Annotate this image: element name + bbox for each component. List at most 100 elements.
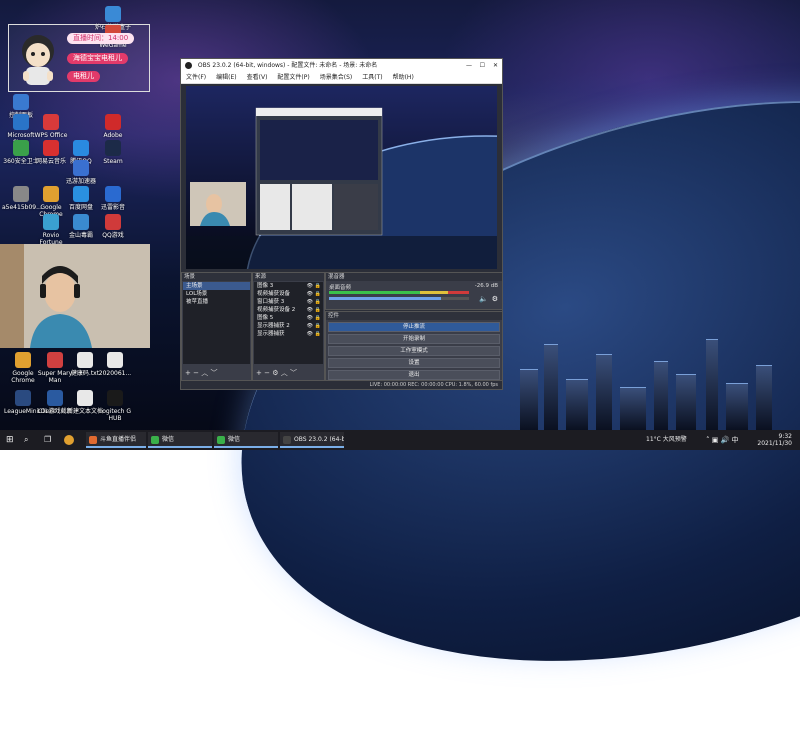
mixer-track-name: 桌面音频 <box>329 285 352 291</box>
menu-item[interactable]: 查看(V) <box>247 74 268 81</box>
chrome-pinned-icon[interactable] <box>64 435 74 445</box>
obs-titlebar[interactable]: OBS 23.0.2 (64-bit, windows) - 配置文件: 未命名… <box>181 59 502 72</box>
clock-time: 9:32 <box>778 433 792 440</box>
source-label: 图像 5 <box>257 315 274 321</box>
app-icon <box>105 140 121 156</box>
lock-icon[interactable]: 🔒 <box>315 322 321 330</box>
app-icon <box>43 114 59 130</box>
add-icon[interactable]: + <box>185 369 191 377</box>
desktop-icon[interactable]: Logitech G HUB <box>96 390 134 422</box>
source-item[interactable]: 视频捕获设备 👁 🔒 <box>254 290 323 298</box>
mixer-dock-title: 混音器 <box>326 273 502 281</box>
app-icon <box>107 352 123 368</box>
taskbar-app-button[interactable]: 微信 <box>214 432 278 448</box>
clock[interactable]: 9:32 2021/11/30 <box>748 433 792 449</box>
move-down-icon[interactable]: ﹀ <box>290 369 297 377</box>
obs-preview[interactable] <box>186 86 497 269</box>
lock-icon[interactable]: 🔒 <box>315 330 321 338</box>
controls-buttons: 停止推流开始录制工作室模式设置退出 <box>326 322 502 380</box>
desktop-icon-label: Steam <box>103 158 123 165</box>
search-icon[interactable]: ⌕ <box>24 432 28 448</box>
desktop-icon[interactable]: 迅游加速器 <box>62 160 100 185</box>
visibility-eye-icon[interactable]: 👁 <box>307 298 313 306</box>
menu-item[interactable]: 文件(F) <box>186 74 206 81</box>
visibility-eye-icon[interactable]: 👁 <box>307 314 313 322</box>
close-icon[interactable]: ✕ <box>493 59 498 72</box>
lock-icon[interactable]: 🔒 <box>315 314 321 322</box>
weather-widget[interactable]: 11°C 大风预警 <box>646 432 687 448</box>
taskbar-app-button[interactable]: 斗鱼直播伴侣 <box>86 432 146 448</box>
control-button[interactable]: 停止推流 <box>328 322 500 332</box>
lock-icon[interactable]: 🔒 <box>315 306 321 314</box>
app-icon <box>73 140 89 156</box>
desktop-icon[interactable]: WPS Office <box>32 114 70 139</box>
menu-item[interactable]: 编辑(E) <box>216 74 236 81</box>
app-icon <box>105 6 121 22</box>
desktop-icon[interactable]: Adobe <box>94 114 132 139</box>
move-up-icon[interactable]: ︿ <box>281 369 288 377</box>
lock-icon[interactable]: 🔒 <box>315 282 321 290</box>
mascot-avatar <box>22 35 54 85</box>
taskbar-app-button[interactable]: OBS 23.0.2 (64-bit... <box>280 432 344 448</box>
windows-start-icon[interactable]: ⊞ <box>6 432 14 448</box>
source-item[interactable]: 图像 3 👁 🔒 <box>254 282 323 290</box>
desktop-icon[interactable]: 迅雷影音 <box>94 186 132 211</box>
taskbar-app-label: 微信 <box>162 436 175 443</box>
lock-icon[interactable]: 🔒 <box>315 290 321 298</box>
desktop-icon[interactable]: QQ游戏 <box>94 214 132 239</box>
visibility-eye-icon[interactable]: 👁 <box>307 290 313 298</box>
add-icon[interactable]: + <box>256 369 262 377</box>
obs-window[interactable]: OBS 23.0.2 (64-bit, windows) - 配置文件: 未命名… <box>180 58 503 390</box>
control-button[interactable]: 开始录制 <box>328 334 500 344</box>
volume-meter <box>329 291 469 294</box>
app-icon <box>283 436 291 444</box>
control-button[interactable]: 退出 <box>328 370 500 380</box>
source-item[interactable]: 显示器捕获 2 👁 🔒 <box>254 322 323 330</box>
source-item[interactable]: 显示器捕获 👁 🔒 <box>254 330 323 338</box>
menu-item[interactable]: 配置文件(P) <box>277 74 309 81</box>
obs-logo-icon <box>185 62 192 69</box>
maximize-icon[interactable]: ☐ <box>480 59 485 72</box>
lock-icon[interactable]: 🔒 <box>315 298 321 306</box>
visibility-eye-icon[interactable]: 👁 <box>307 330 313 338</box>
gear-icon[interactable]: ⚙ <box>272 369 278 377</box>
remove-icon[interactable]: − <box>264 369 270 377</box>
menu-item[interactable]: 帮助(H) <box>393 74 414 81</box>
sources-dock: 来源 图像 3 👁 🔒 视频捕获设备 👁 🔒 窗口捕获 3 👁 🔒 视频捕获设备 2 👁 🔒 图像 5 👁… <box>252 272 325 381</box>
control-button[interactable]: 工作室模式 <box>328 346 500 356</box>
source-item[interactable]: 视频捕获设备 2 👁 🔒 <box>254 306 323 314</box>
channel-name-pill: 海德宝宝电租儿 <box>67 53 128 64</box>
move-up-icon[interactable]: ︿ <box>201 369 208 377</box>
source-label: 显示器捕获 <box>257 331 285 337</box>
scene-item[interactable]: 主场景 <box>183 282 250 290</box>
gear-icon[interactable]: ⚙ <box>492 295 498 303</box>
mixer-db: -26.9 dB <box>474 283 498 289</box>
visibility-eye-icon[interactable]: 👁 <box>307 282 313 290</box>
taskbar-app-button[interactable]: 微信 <box>148 432 212 448</box>
app-icon <box>105 186 121 202</box>
minimize-icon[interactable]: — <box>466 59 472 72</box>
task-view-icon[interactable]: ❐ <box>44 432 51 448</box>
desktop-icon-label: Adobe <box>103 132 123 139</box>
control-button[interactable]: 设置 <box>328 358 500 368</box>
menu-item[interactable]: 场景集合(S) <box>320 74 353 81</box>
scene-item[interactable]: 被苹直播 <box>183 298 250 306</box>
desktop-icon[interactable]: 2020061... <box>96 352 134 377</box>
visibility-eye-icon[interactable]: 👁 <box>307 306 313 314</box>
move-down-icon[interactable]: ﹀ <box>210 369 217 377</box>
volume-slider-track[interactable] <box>329 297 469 300</box>
source-label: 窗口捕获 3 <box>257 299 285 305</box>
taskbar-app-label: OBS 23.0.2 (64-bit... <box>294 436 344 443</box>
tray-icons[interactable]: ˄ ▣ 🔊 中 <box>706 432 739 448</box>
app-icon <box>13 94 29 110</box>
speaker-icon[interactable]: 🔈 <box>479 295 488 303</box>
taskbar-app-label: 微信 <box>228 436 241 443</box>
controls-dock: 控件 停止推流 开始录制 工作室模式 设置 退出 <box>325 311 503 381</box>
menu-item[interactable]: 工具(T) <box>362 74 382 81</box>
remove-icon[interactable]: − <box>193 369 199 377</box>
scene-item[interactable]: LOL场景 <box>183 290 250 298</box>
source-item[interactable]: 窗口捕获 3 👁 🔒 <box>254 298 323 306</box>
visibility-eye-icon[interactable]: 👁 <box>307 322 313 330</box>
source-item[interactable]: 图像 5 👁 🔒 <box>254 314 323 322</box>
taskbar-app-label: 斗鱼直播伴侣 <box>100 436 137 443</box>
